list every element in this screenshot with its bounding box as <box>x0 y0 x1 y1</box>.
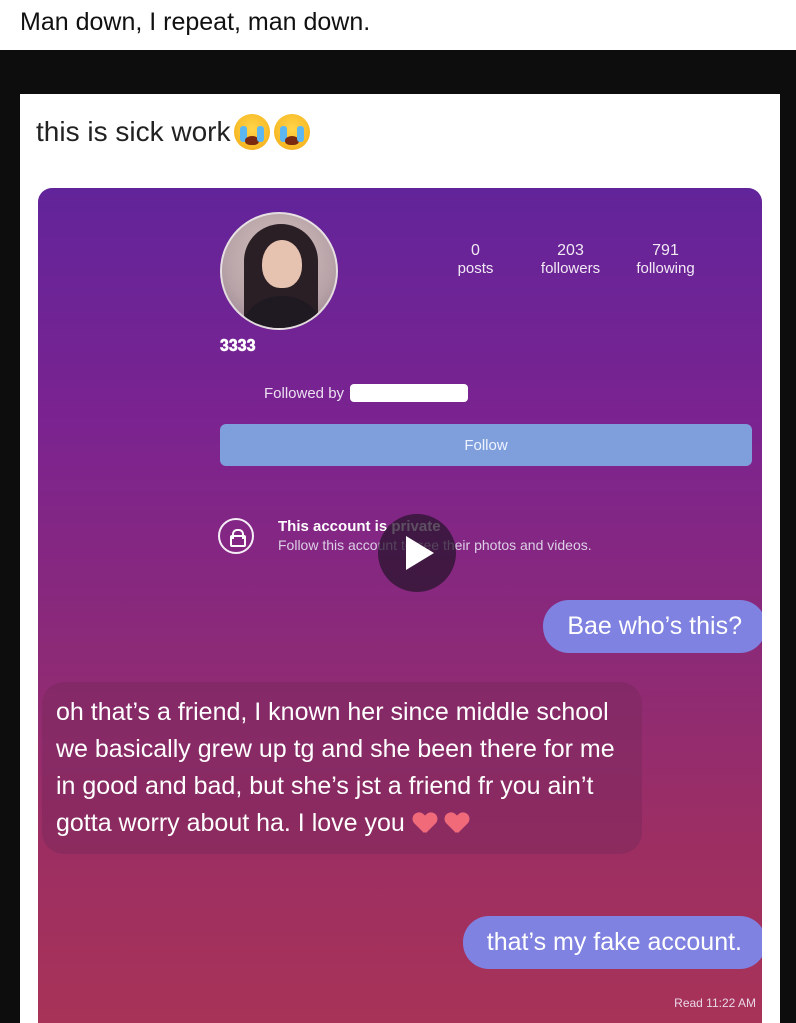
profile-username: 𝟑𝟑𝟑𝟑 <box>220 338 256 355</box>
follow-button[interactable]: Follow <box>220 424 752 466</box>
stat-posts[interactable]: 0 posts <box>428 242 523 277</box>
stat-following-label: following <box>636 260 695 277</box>
stat-following-count: 791 <box>652 242 679 259</box>
redaction-bar <box>350 384 469 402</box>
followed-by[interactable]: Followed by <box>264 384 469 402</box>
profile-stats: 0 posts 203 followers 791 following <box>428 242 713 277</box>
tweet-text-label: this is sick work <box>36 116 231 147</box>
instagram-dm-screen: 0 posts 203 followers 791 following 𝟑𝟑𝟑𝟑… <box>38 188 762 1023</box>
post-caption: Man down, I repeat, man down. <box>20 8 371 36</box>
followed-by-label: Followed by <box>264 384 345 402</box>
video-player[interactable]: this is sick work 0 posts 203 followers <box>0 50 796 1023</box>
stat-followers-count: 203 <box>557 242 584 259</box>
received-message-text: oh that’s a friend, I known her since mi… <box>56 698 615 837</box>
stat-following[interactable]: 791 following <box>618 242 713 277</box>
heart-icon <box>413 813 437 835</box>
stat-posts-label: posts <box>457 260 494 277</box>
read-receipt: Read 11:22 AM <box>674 996 756 1010</box>
play-icon <box>406 536 434 570</box>
lock-icon <box>218 518 254 554</box>
play-button[interactable] <box>378 514 456 592</box>
profile-avatar[interactable] <box>220 212 338 330</box>
loudly-crying-face-icon <box>274 114 311 150</box>
received-message: oh that’s a friend, I known her since mi… <box>42 682 642 854</box>
tweet-text: this is sick work <box>36 114 311 150</box>
heart-icon <box>445 813 469 835</box>
sent-message: that’s my fake account. <box>462 916 762 969</box>
embedded-screenshot: this is sick work 0 posts 203 followers <box>20 94 780 1023</box>
stat-posts-count: 0 <box>471 242 480 259</box>
stat-followers-label: followers <box>540 260 601 277</box>
loudly-crying-face-icon <box>234 114 271 150</box>
stat-followers[interactable]: 203 followers <box>523 242 618 277</box>
sent-message: Bae who’s this? <box>543 600 762 653</box>
